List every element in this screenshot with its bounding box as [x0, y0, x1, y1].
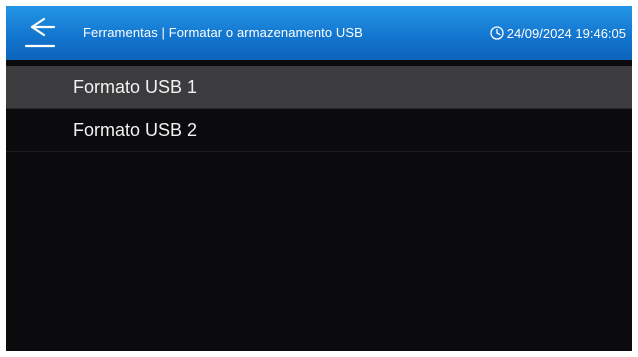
list-item-format-usb-2[interactable]: Formato USB 2 [6, 109, 632, 152]
list-item-label: Formato USB 1 [73, 77, 198, 97]
usb-format-list: Formato USB 1 Formato USB 2 [6, 66, 632, 152]
back-arrow-icon [24, 17, 56, 48]
header-bar: Ferramentas | Formatar o armazenamento U… [6, 6, 632, 60]
list-item-label: Formato USB 2 [73, 120, 198, 140]
device-screen: Ferramentas | Formatar o armazenamento U… [6, 6, 632, 351]
clock-icon [490, 26, 504, 40]
back-button[interactable] [18, 15, 62, 51]
page-title: Ferramentas | Formatar o armazenamento U… [83, 25, 363, 40]
datetime-text: 24/09/2024 19:46:05 [506, 25, 626, 41]
datetime-display: 24/09/2024 19:46:05 [490, 6, 626, 60]
list-item-format-usb-1[interactable]: Formato USB 1 [6, 66, 632, 109]
